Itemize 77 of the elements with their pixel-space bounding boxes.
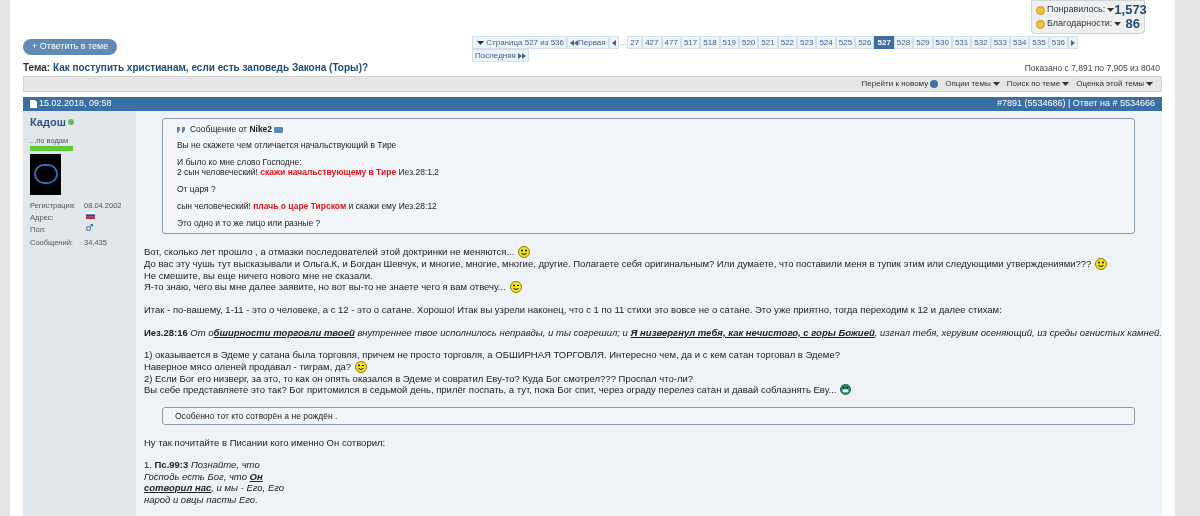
dropdown-caret-icon [992,82,1000,86]
grin-face-icon [840,384,852,396]
page-link[interactable]: 529 [913,36,933,49]
double-right-arrow-icon [517,52,526,59]
dropdown-caret-icon [1114,22,1122,26]
page-link[interactable]: 535 [1029,36,1049,49]
page-link[interactable]: 518 [700,36,720,49]
avatar-picture [30,153,61,195]
post-text: 2) Если Бог его низверг, за это, то как он опять оказался в Эдеме и совратил Еву-то? Куда Бог смотрел??? Проспал что-ли? [143,372,694,384]
page-link[interactable]: 532 [971,36,991,49]
winking-face-icon [355,360,368,373]
post-text: Я-то знаю, чего вы мне далее заявите, но вот вы-то не знаете чего я вам отвечу... [143,281,506,293]
right-arrow-icon [1071,39,1076,46]
stat-value: 1,573 [1114,1,1147,19]
thread-title: Тема: Как поступить христианам, если есть заповедь Закона (Торы)? [23,61,369,75]
page-link[interactable]: 27 [627,36,643,49]
reputation-bar-icon [30,145,73,151]
document-icon [30,100,37,108]
quote-text: От царя ? [176,183,216,194]
page-link[interactable]: 427 [642,36,662,49]
page-link[interactable]: 526 [855,36,875,49]
quote-text: Вы не скажете чем отличается начальствующий в Тире [176,139,397,150]
dropdown-caret-icon [477,40,484,45]
quote-header: Сообщение от Nike2 [189,124,273,136]
post-text: народ и овцы пасты Его. [143,493,258,505]
first-page-link[interactable]: Первая [567,36,609,49]
quote-text: Это одно и то же лицо или разные ? [176,217,321,228]
quote-text: 2 сын человеческий! скажи начальствующему в Тире Иез.28:1,2 [176,166,440,177]
stat-label[interactable]: Благодарности: [1036,17,1122,31]
dropdown-caret-icon [1107,8,1115,12]
post-text: Наверное мясо оленей продавал - тиграм, да? [143,360,352,373]
quote-text: Особенно тот кто сотворён а не рождён . [174,410,339,421]
stat-value: 86 [1125,16,1140,34]
toolbar-menu[interactable]: Опции темы [945,78,1000,90]
author-name[interactable]: Кадош [30,114,66,131]
page-link[interactable]: 527 [874,36,894,49]
left-arrow-icon [611,39,616,46]
smiley-face-icon [518,245,531,258]
reply-button[interactable]: + Ответить в теме [23,39,118,55]
double-left-arrow-icon [570,39,578,46]
flag-icon [86,212,95,219]
dropdown-caret-icon [1062,82,1070,86]
post-text: Итак - по-вашему, 1-11 - это о человеке, а с 12 - это о сатане. Хорошо! Итак вы узрели наконец, что с 1 по 11 стихи это вовсе не о сатане. Это уже приятно, тогда переходим к 12 и далее стихам: [143,304,1002,316]
page-link[interactable]: 523 [797,36,817,49]
last-page-link[interactable]: Последняя [472,49,529,62]
quote-text: сын человеческий! плачь о царе Тирском и скажи ему Иез.28:12 [176,200,437,211]
male-symbol-icon [86,224,93,232]
quote-marks-icon [176,126,186,133]
toolbar-menu[interactable]: Перейти к новому [861,78,939,90]
view-post-icon[interactable] [274,126,284,133]
post-text: 1) оказывается в Эдеме у сатана была торговля, причем не просто торговля, а ОБШИРНАЯ ТОРГОВЛЯ. Интересно чем, да и с кем сатан торговал в Эдеме? [143,349,840,361]
post-number: #7891 (5534686) | Ответ на # 5534666 [996,97,1155,111]
post-text: сотворил нас, и мы - Его, Его [143,482,285,494]
previous-page-button[interactable] [608,36,619,49]
post-text: Не смешите, вы еще ничего нового мне не сказали. [143,269,373,281]
post-text: Ну так почитайте в Писании кого именно Он сотворил: [143,436,386,448]
page-link[interactable]: 534 [1010,36,1030,49]
post-date: 15.02.2018, 09:58 [30,97,112,111]
post-text: Вы себе представляете это так? Бог притомился в седьмой день, прилёг поспать, а тут, пока Бог спит, через ограду перелез сатан и давай соблазнять Еву... [143,384,837,396]
post-text: 1. Пс.99:3 Познайте, что [143,459,260,471]
post-text: До вас эту чушь тут высказывали и Ольга.К, и Богдан Шевчук, и многие, многие, многие, другие. Полагаете себя оригинальным? Или думаете, что поставили меня в тупик этим или следующими утверждениями??? [143,257,1092,270]
toolbar-menu[interactable]: Оценка этой темы [1076,78,1153,90]
winking-face-icon [509,281,522,293]
shown-range: Показано с 7,891 по 7,905 из 8040 [1024,62,1160,75]
toolbar-menu[interactable]: Поиск по теме [1006,78,1070,90]
page-link[interactable]: 521 [758,36,778,49]
dropdown-caret-icon [1146,82,1153,86]
smiley-face-icon [1095,257,1108,270]
post-text: Иез.28:16 От обширности торговли твоей внутреннее твое исполнилось неправды, и ты согрешил; и Я низвергнул тебя, как нечистого, с горы Божией, изгнал тебя, херувим осеняющий, из среды огнистых камней. [143,326,1162,338]
next-page-button[interactable] [1068,36,1079,49]
page-link[interactable]: 524 [816,36,836,49]
quote-text: И было ко мне слово Господне: [176,156,302,167]
stat-label[interactable]: Понравилось: [1036,3,1115,17]
page-menu[interactable]: Страница 527 из 536 [472,36,567,49]
post-text: Господь есть Бог, что Он [143,470,263,482]
post-text: Вот, сколько лет прошло , а отмазки последователей этой доктринки не меняются... [143,245,515,258]
ellipsis: ... [618,36,628,49]
